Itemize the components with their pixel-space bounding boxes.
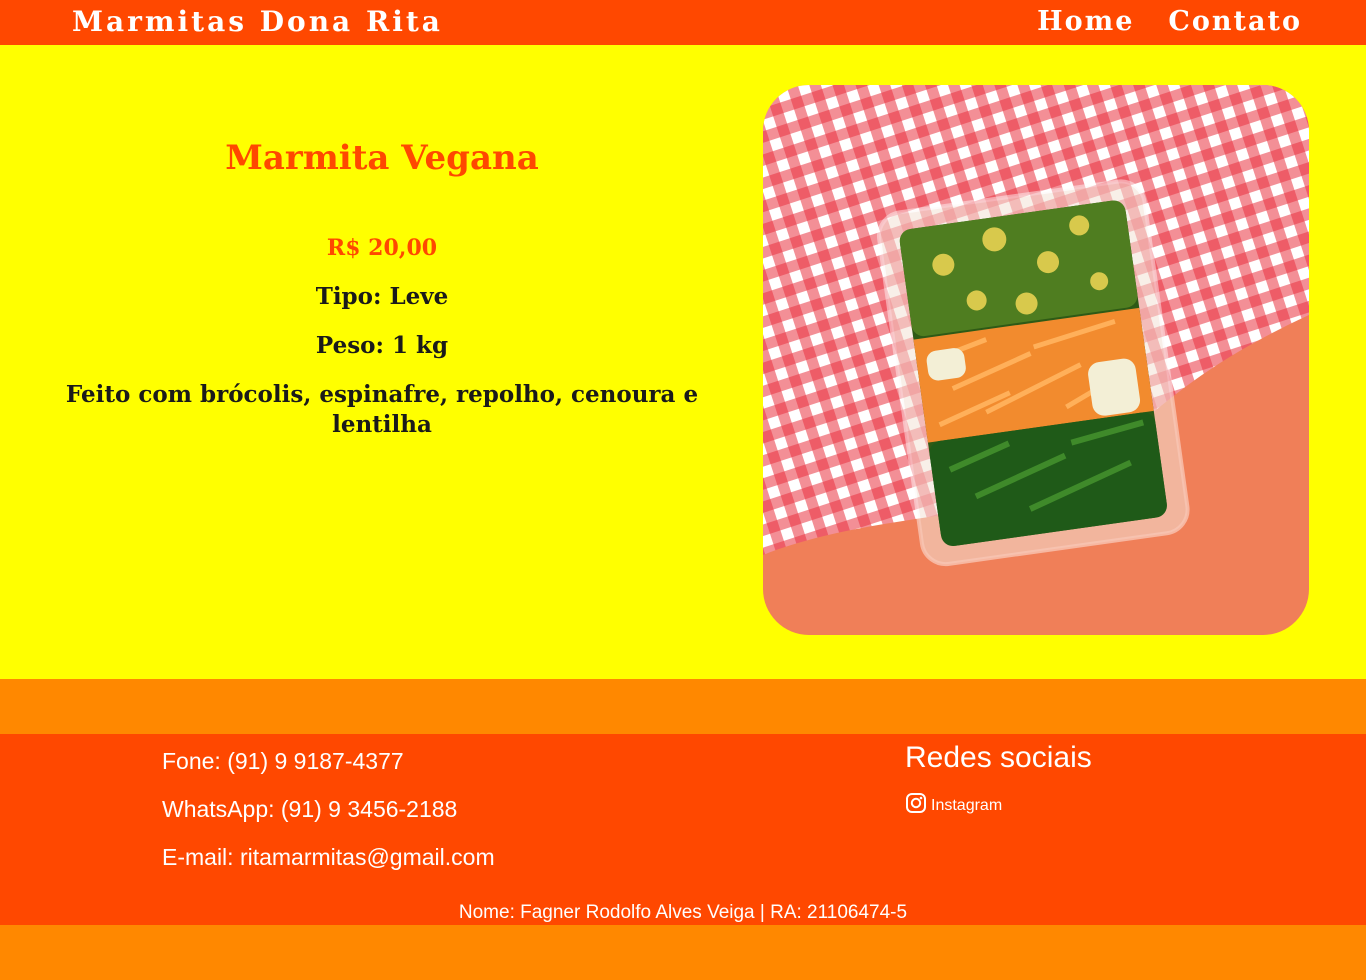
nav-contato-link[interactable]: Contato — [1168, 4, 1302, 40]
instagram-link[interactable]: Instagram — [905, 792, 1092, 819]
phone-text: Fone: (91) 9 9187-4377 — [162, 748, 404, 774]
product-section: Marmita Vegana R$ 20,00 Tipo: Leve Peso:… — [0, 45, 1366, 679]
instagram-icon — [905, 792, 927, 819]
email-text: E-mail: ritamarmitas@gmail.com — [162, 844, 495, 870]
social-section: Redes sociais Instagram — [905, 740, 1092, 819]
product-description: Feito com brócolis, espinafre, repolho, … — [65, 381, 699, 438]
product-type: Tipo: Leve — [315, 283, 449, 310]
vegan-lunchbox-image — [763, 85, 1309, 635]
top-navbar: Marmitas Dona Rita Home Contato — [0, 0, 1366, 45]
instagram-label: Instagram — [931, 796, 1003, 814]
product-weight: Peso: 1 kg — [315, 332, 449, 359]
product-title: Marmita Vegana — [225, 138, 539, 178]
site-footer: Fone: (91) 9 9187-4377 WhatsApp: (91) 9 … — [0, 734, 1366, 925]
main-nav: Home Contato — [1037, 4, 1302, 40]
author-credit: Nome: Fagner Rodolfo Alves Veiga | RA: 2… — [458, 902, 908, 923]
product-info: Marmita Vegana R$ 20,00 Tipo: Leve Peso:… — [40, 135, 724, 440]
contact-info: Fone: (91) 9 9187-4377 WhatsApp: (91) 9 … — [162, 748, 495, 892]
social-title: Redes sociais — [905, 741, 1092, 774]
nav-home-link[interactable]: Home — [1037, 4, 1134, 40]
whatsapp-text: WhatsApp: (91) 9 3456-2188 — [162, 796, 458, 822]
product-photo — [763, 85, 1309, 635]
product-price: R$ 20,00 — [326, 235, 438, 261]
brand-logo-link[interactable]: Marmitas Dona Rita — [72, 4, 443, 40]
